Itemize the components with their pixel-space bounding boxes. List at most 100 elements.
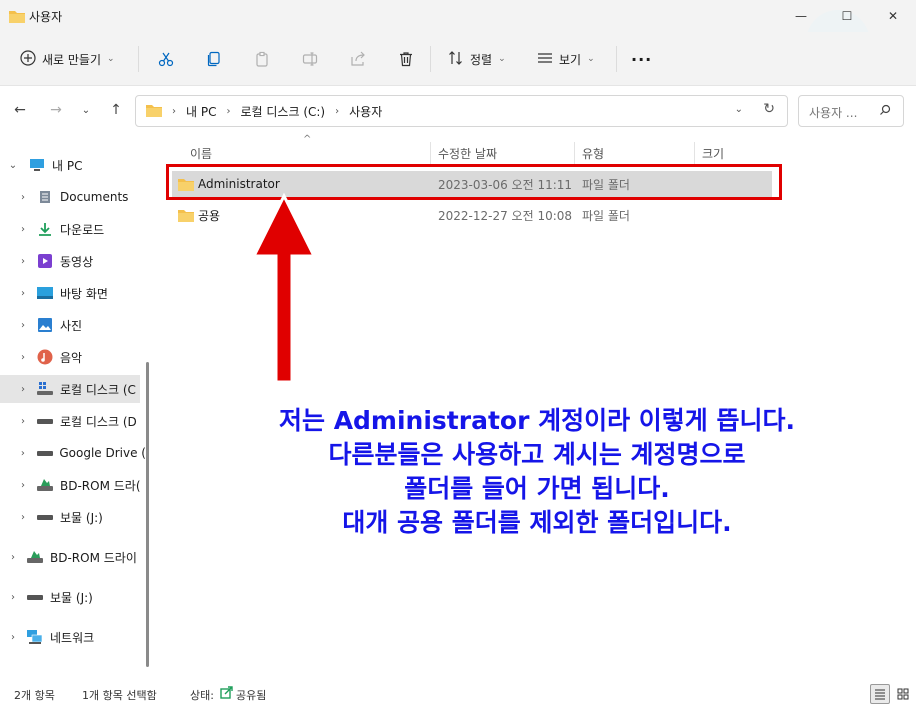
share-state-label: 상태: [190, 689, 214, 702]
nav-item-pictures[interactable]: › 사진 [0, 311, 146, 339]
expand-chevron-icon[interactable]: › [16, 320, 30, 331]
nav-item-local-disk-c[interactable]: › 로컬 디스크 (C [0, 375, 140, 403]
column-header-modified[interactable]: 수정한 날짜 [432, 141, 497, 165]
network-icon [26, 629, 44, 645]
expand-chevron-icon[interactable]: › [16, 224, 30, 235]
collapse-chevron-icon[interactable]: ⌄ [6, 160, 20, 171]
back-arrow-icon[interactable]: ← [10, 100, 30, 120]
nav-item-label: 로컬 디스크 (C [60, 382, 136, 397]
delete-icon[interactable] [395, 48, 417, 70]
details-view-button[interactable] [870, 684, 890, 704]
nav-item-label: 보물 (J:) [60, 510, 103, 525]
chevron-down-icon: ⌄ [587, 54, 595, 64]
expand-chevron-icon[interactable]: › [16, 512, 30, 523]
address-dropdown-icon[interactable]: ⌄ [735, 104, 743, 115]
file-list: 이름 ^ 수정한 날짜 유형 크기 Administrator 2023-03-… [158, 134, 916, 680]
expand-chevron-icon[interactable]: › [16, 384, 30, 395]
toolbar-divider [616, 46, 617, 72]
navigation-pane: ⌄ 내 PC › Documents › 다운로드 › 동영상 › 바탕 화면 … [0, 136, 156, 680]
breadcrumb-chevron-icon: › [172, 105, 176, 117]
breadcrumb-users[interactable]: 사용자 [349, 103, 382, 120]
up-arrow-icon[interactable]: ↑ [106, 100, 126, 120]
annotation-line: 대개 공용 폴더를 제외한 폴더입니다. [342, 508, 732, 537]
expand-chevron-icon[interactable]: › [6, 552, 20, 563]
nav-item-bd-rom[interactable]: › BD-ROM 드라( [0, 471, 146, 499]
plus-circle-icon [20, 49, 36, 69]
nav-item-my-pc[interactable]: ⌄ 내 PC [0, 151, 146, 179]
nav-item-label: 사진 [60, 318, 83, 333]
nav-item-local-disk-d[interactable]: › 로컬 디스크 (D [0, 407, 146, 435]
column-header-size[interactable]: 크기 [696, 141, 724, 165]
search-box[interactable]: 사용자 ... [798, 95, 904, 127]
expand-chevron-icon[interactable]: › [16, 352, 30, 363]
cut-icon[interactable] [155, 48, 177, 70]
nav-item-treasure-j[interactable]: › 보물 (J:) [0, 503, 146, 531]
rename-icon[interactable] [299, 48, 321, 70]
nav-pane-scrollbar[interactable] [146, 362, 149, 667]
paste-icon[interactable] [251, 48, 273, 70]
expand-chevron-icon[interactable]: › [16, 448, 30, 459]
column-divider[interactable] [574, 142, 575, 164]
nav-item-documents[interactable]: › Documents [0, 183, 146, 211]
nav-item-downloads[interactable]: › 다운로드 [0, 215, 146, 243]
annotation-text: 저는 Administrator 계정이라 이렇게 뜹니다. 다른분들은 사용하… [158, 404, 916, 540]
desktop-icon [36, 285, 54, 301]
breadcrumb-my-pc[interactable]: 내 PC [186, 103, 216, 120]
column-divider[interactable] [430, 142, 431, 164]
more-options-button[interactable]: ··· [631, 46, 652, 72]
column-divider[interactable] [694, 142, 695, 164]
column-header-label: 수정한 날짜 [438, 146, 498, 161]
nav-item-label: 음악 [60, 350, 83, 365]
minimize-button[interactable]: — [778, 0, 824, 32]
nav-item-desktop[interactable]: › 바탕 화면 [0, 279, 146, 307]
window-title: 사용자 [29, 10, 63, 24]
drive-icon [26, 589, 44, 605]
nav-item-music[interactable]: › 음악 [0, 343, 146, 371]
maximize-button[interactable]: ☐ [824, 0, 870, 32]
nav-item-network[interactable]: › 네트워크 [0, 623, 146, 651]
sort-button[interactable]: 정렬 ⌄ [448, 46, 506, 72]
nav-item-label: 보물 (J:) [50, 590, 93, 605]
nav-item-label: Google Drive ( [59, 446, 146, 460]
nav-item-google-drive[interactable]: › Google Drive ( [0, 439, 146, 467]
column-header-type[interactable]: 유형 [576, 141, 604, 165]
toolbar-divider [430, 46, 431, 72]
annotation-line: 폴더를 들어 가면 됩니다. [404, 474, 670, 503]
recent-locations-icon[interactable]: ⌄ [76, 100, 96, 120]
new-button-label: 새로 만들기 [42, 52, 102, 67]
view-button[interactable]: 보기 ⌄ [537, 46, 595, 72]
expand-chevron-icon[interactable]: › [16, 192, 30, 203]
column-header-name[interactable]: 이름 [184, 141, 212, 165]
address-bar[interactable]: › 내 PC › 로컬 디스크 (C:) › 사용자 ⌄ ↻ [135, 95, 788, 127]
view-button-label: 보기 [559, 52, 582, 67]
video-icon [36, 253, 54, 269]
refresh-icon[interactable]: ↻ [763, 101, 775, 117]
nav-item-bd-rom-root[interactable]: › BD-ROM 드라이 [0, 543, 146, 571]
new-button[interactable]: 새로 만들기 ⌄ [20, 46, 115, 72]
breadcrumb-chevron-icon: › [335, 105, 340, 117]
folder-icon [178, 208, 194, 225]
forward-arrow-icon[interactable]: → [46, 100, 66, 120]
close-button[interactable]: ✕ [870, 0, 916, 32]
expand-chevron-icon[interactable]: › [16, 480, 30, 491]
copy-icon[interactable] [203, 48, 225, 70]
red-arrow-annotation [252, 192, 316, 382]
file-name[interactable]: 공용 [198, 207, 220, 224]
share-icon[interactable] [347, 48, 369, 70]
expand-chevron-icon[interactable]: › [16, 256, 30, 267]
search-input[interactable]: 사용자 ... [809, 104, 857, 121]
drive-icon [36, 509, 54, 525]
expand-chevron-icon[interactable]: › [16, 416, 30, 427]
expand-chevron-icon[interactable]: › [16, 288, 30, 299]
nav-item-videos[interactable]: › 동영상 [0, 247, 146, 275]
download-icon [36, 221, 54, 237]
large-icons-view-button[interactable] [893, 684, 913, 704]
breadcrumb-local-disk[interactable]: 로컬 디스크 (C:) [240, 103, 325, 120]
nav-item-treasure-j-root[interactable]: › 보물 (J:) [0, 583, 146, 611]
annotation-line: 저는 Administrator 계정이라 이렇게 뜹니다. [278, 406, 796, 435]
expand-chevron-icon[interactable]: › [6, 632, 20, 643]
expand-chevron-icon[interactable]: › [6, 592, 20, 603]
share-state-value: 공유됨 [236, 689, 267, 702]
monitor-icon [28, 157, 46, 173]
column-header-label: 이름 [190, 146, 213, 161]
